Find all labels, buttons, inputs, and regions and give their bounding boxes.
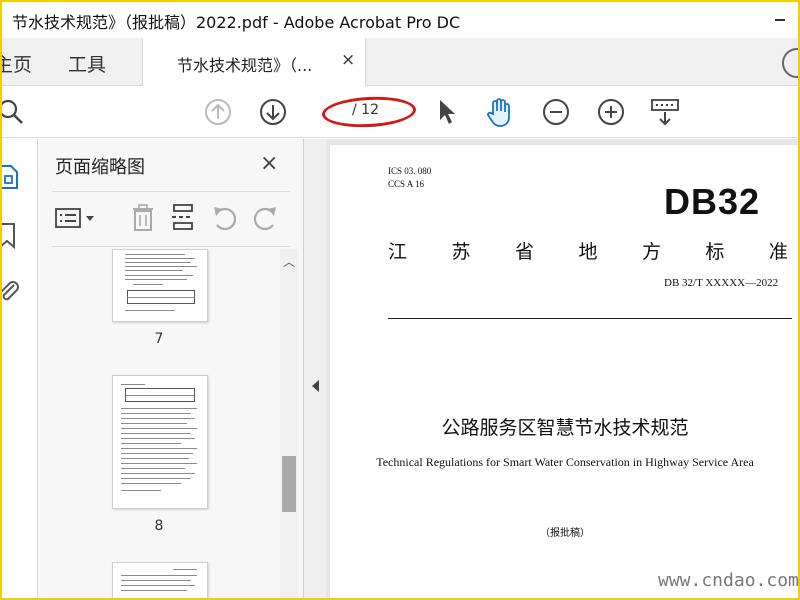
- tab-tools[interactable]: 工具: [68, 50, 106, 77]
- thumbnail-page-label: 7: [154, 331, 164, 347]
- app-window: 节水技术规范》（报批稿）2022.pdf - Adobe Acrobat Pro…: [2, 2, 798, 598]
- document-view[interactable]: ICS 03. 080 CCS A 16 DB32 江 苏 省 地 方 标 准 …: [326, 139, 798, 598]
- horizontal-rule: [388, 318, 792, 319]
- watermark: www.cndao.com: [658, 570, 798, 591]
- ccs-code: CCS A 16: [388, 179, 425, 189]
- extract-pages-icon[interactable]: [170, 203, 196, 233]
- panel-close-button[interactable]: ×: [260, 151, 278, 176]
- bookmark-icon[interactable]: [2, 221, 20, 249]
- draft-status: （报批稿）: [540, 528, 590, 539]
- ics-code: ICS 03. 080: [388, 166, 432, 176]
- title-bar: 节水技术规范》（报批稿）2022.pdf - Adobe Acrobat Pro…: [2, 2, 798, 38]
- next-page-icon[interactable]: [259, 98, 287, 126]
- tab-home[interactable]: 主页: [2, 50, 32, 77]
- standard-char: 苏: [451, 241, 471, 263]
- window-title: 节水技术规范》（报批稿）2022.pdf - Adobe Acrobat Pro…: [12, 13, 461, 32]
- prev-page-icon[interactable]: [204, 98, 232, 126]
- scrollbar-thumb[interactable]: [282, 456, 296, 512]
- attachment-icon[interactable]: [2, 277, 22, 305]
- standard-prefix: DB32: [664, 181, 761, 222]
- thumbnail-page-label: 8: [154, 518, 164, 534]
- divider: [52, 191, 290, 192]
- page-total: / 12: [352, 102, 379, 118]
- account-icon[interactable]: [782, 48, 798, 78]
- classification-codes: ICS 03. 080 CCS A 16: [388, 165, 431, 191]
- scroll-up-icon[interactable]: ︿: [283, 253, 295, 270]
- thumbnail-page-7[interactable]: [112, 249, 208, 322]
- document-title-en: Technical Regulations for Smart Water Co…: [376, 455, 754, 469]
- close-tab-button[interactable]: ×: [341, 50, 355, 70]
- rotate-right-icon[interactable]: [250, 203, 280, 233]
- collapse-panel-icon[interactable]: [312, 380, 319, 392]
- tab-document[interactable]: 节水技术规范》（... ×: [142, 38, 366, 86]
- standard-char: 地: [578, 241, 598, 263]
- standard-char: 江: [388, 241, 408, 263]
- left-rail: [2, 139, 38, 598]
- thumbnail-page-9[interactable]: [112, 562, 208, 598]
- options-menu-icon[interactable]: [54, 205, 100, 231]
- divider: [52, 246, 290, 247]
- standard-code: DB 32/T XXXXX—2022: [664, 277, 779, 289]
- standard-char: 省: [514, 241, 534, 263]
- standard-type: 江 苏 省 地 方 标 准: [388, 237, 788, 264]
- standard-char: 标: [705, 241, 725, 263]
- thumbnail-scrollbar[interactable]: ︿: [280, 249, 298, 598]
- toolbar: / 12: [2, 86, 798, 138]
- hand-tool-icon[interactable]: [485, 96, 515, 128]
- zoom-out-icon[interactable]: [542, 98, 570, 126]
- minimize-button[interactable]: [775, 19, 785, 21]
- panel-title: 页面缩略图: [55, 157, 145, 178]
- standard-char: 准: [768, 241, 788, 263]
- thumbnail-list: 7 8: [38, 249, 280, 598]
- standard-char: 方: [641, 241, 661, 263]
- thumbnail-page-8[interactable]: [112, 375, 208, 509]
- zoom-in-icon[interactable]: [597, 98, 625, 126]
- delete-icon[interactable]: [130, 203, 156, 233]
- document-title-cn: 公路服务区智慧节水技术规范: [441, 417, 689, 439]
- search-icon[interactable]: [2, 98, 26, 126]
- tab-document-label: 节水技术规范》（...: [177, 56, 313, 75]
- page-thumbnails-icon[interactable]: [2, 163, 22, 191]
- tab-bar: 主页 工具 节水技术规范》（... ×: [2, 38, 798, 86]
- select-cursor-icon[interactable]: [436, 98, 458, 126]
- document-page: ICS 03. 080 CCS A 16 DB32 江 苏 省 地 方 标 准 …: [330, 145, 798, 598]
- rotate-left-icon[interactable]: [210, 203, 240, 233]
- page-number-field[interactable]: / 12: [321, 94, 418, 130]
- panel-splitter[interactable]: [304, 139, 326, 598]
- thumbnails-panel: 页面缩略图 × 7 8 ︿: [38, 139, 304, 598]
- keyboard-icon[interactable]: [650, 98, 680, 128]
